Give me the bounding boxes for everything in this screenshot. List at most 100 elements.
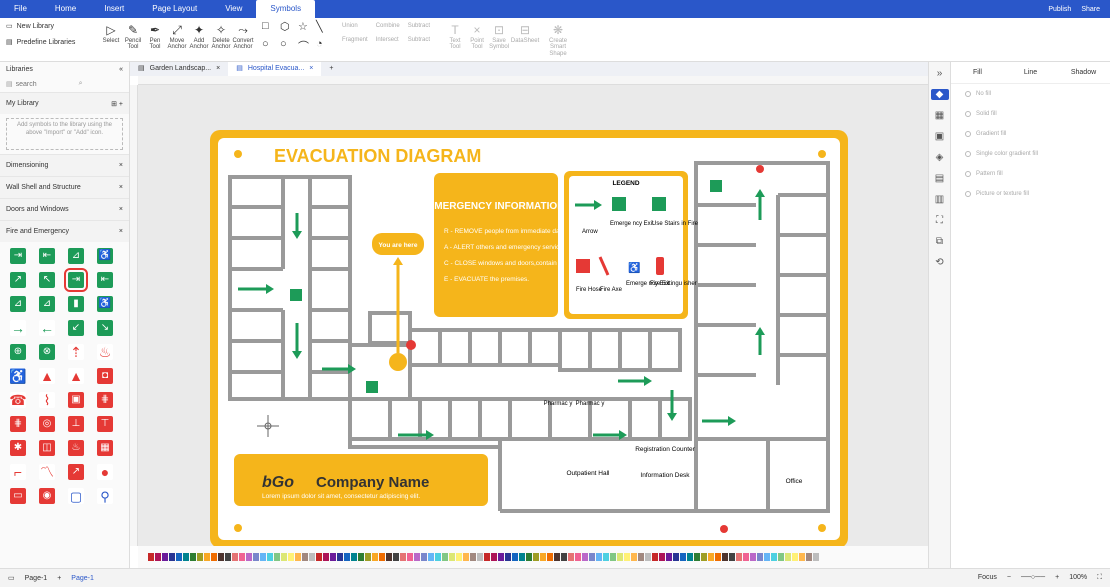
datasheet-tool[interactable]: ⊟ DataSheet: [511, 22, 539, 57]
drawing-canvas[interactable]: EVACUATION DIAGRAM You are here EMERGENC…: [138, 85, 928, 546]
close-icon[interactable]: ×: [309, 62, 313, 76]
accessible-icon[interactable]: ♿: [97, 296, 113, 312]
color-swatch[interactable]: [722, 553, 728, 561]
color-swatch[interactable]: [148, 553, 154, 561]
focus-button[interactable]: Focus: [978, 574, 997, 582]
color-swatch[interactable]: [421, 553, 427, 561]
page-select[interactable]: Page-1: [25, 575, 48, 582]
pencil-tool[interactable]: ✎ Pencil Tool: [123, 22, 143, 51]
color-swatch[interactable]: [393, 553, 399, 561]
color-swatch[interactable]: [568, 553, 574, 561]
convert-anchor-tool[interactable]: ⤳ Convert Anchor: [233, 22, 254, 51]
color-swatch[interactable]: [638, 553, 644, 561]
color-swatch[interactable]: [281, 553, 287, 561]
color-swatch[interactable]: [176, 553, 182, 561]
fill-option-pattern[interactable]: Pattern fill: [951, 164, 1110, 184]
exit-door-icon[interactable]: ⇤: [39, 248, 55, 264]
fill-option-none[interactable]: No fill: [951, 84, 1110, 104]
window-icon[interactable]: ▢: [68, 488, 84, 504]
color-swatch[interactable]: [351, 553, 357, 561]
color-swatch[interactable]: [673, 553, 679, 561]
color-swatch[interactable]: [253, 553, 259, 561]
share-button[interactable]: Share: [1081, 6, 1100, 13]
star-icon[interactable]: ☆: [298, 20, 312, 38]
emergency-exit-icon[interactable]: ⇥: [10, 248, 26, 264]
fire-hose-reel-icon[interactable]: ◎: [39, 416, 55, 432]
color-swatch[interactable]: [582, 553, 588, 561]
subtract-button-2[interactable]: Subtract: [408, 37, 430, 43]
color-swatch[interactable]: [652, 553, 658, 561]
color-swatch[interactable]: [743, 553, 749, 561]
text-tool[interactable]: T Text Tool: [445, 22, 465, 57]
history-icon[interactable]: ⟲: [935, 257, 943, 268]
sidebar-item-dimensioning[interactable]: Dimensioning ×: [0, 154, 129, 176]
close-icon[interactable]: ×: [216, 62, 220, 76]
color-swatch[interactable]: [204, 553, 210, 561]
collapse-icon[interactable]: «: [119, 66, 123, 73]
tab-fill[interactable]: Fill: [951, 69, 1004, 76]
color-swatch[interactable]: [617, 553, 623, 561]
color-swatch[interactable]: [155, 553, 161, 561]
sidebar-item-wall-shell[interactable]: Wall Shell and Structure ×: [0, 176, 129, 198]
color-swatch[interactable]: [540, 553, 546, 561]
tab-hospital-evacuation[interactable]: ▤ Hospital Evacua... ×: [228, 62, 322, 76]
color-swatch[interactable]: [358, 553, 364, 561]
intersect-button[interactable]: Intersect: [376, 37, 400, 43]
stairs-icon[interactable]: ⊿: [68, 248, 84, 264]
color-swatch[interactable]: [190, 553, 196, 561]
fire-run-icon[interactable]: ♨: [97, 344, 113, 360]
color-swatch[interactable]: [449, 553, 455, 561]
color-swatch[interactable]: [505, 553, 511, 561]
color-swatch[interactable]: [575, 553, 581, 561]
color-swatch[interactable]: [694, 553, 700, 561]
tab-garden-landscape[interactable]: ▤ Garden Landscap... ×: [130, 62, 228, 76]
color-swatch[interactable]: [330, 553, 336, 561]
color-swatch[interactable]: [491, 553, 497, 561]
rectangle-icon[interactable]: □: [262, 20, 276, 38]
fullscreen-icon[interactable]: ⛶: [1097, 574, 1102, 582]
new-tab-button[interactable]: +: [321, 62, 341, 76]
color-swatch[interactable]: [239, 553, 245, 561]
fire-ladder-2-icon[interactable]: ⋕: [10, 416, 26, 432]
color-swatch[interactable]: [288, 553, 294, 561]
add-anchor-tool[interactable]: ✦ Add Anchor: [189, 22, 209, 51]
color-swatch[interactable]: [442, 553, 448, 561]
image-icon[interactable]: ▣: [935, 131, 944, 142]
close-icon[interactable]: ×: [119, 162, 123, 169]
color-swatch[interactable]: [666, 553, 672, 561]
fill-option-picture[interactable]: Picture or texture fill: [951, 184, 1110, 204]
fire-alarm-icon[interactable]: ◘: [97, 368, 113, 384]
color-swatch[interactable]: [295, 553, 301, 561]
arrow-diagonal-2-icon[interactable]: ↖: [39, 272, 55, 288]
color-swatch[interactable]: [372, 553, 378, 561]
color-swatch[interactable]: [533, 553, 539, 561]
menu-home[interactable]: Home: [41, 0, 90, 18]
color-swatch[interactable]: [274, 553, 280, 561]
color-swatch[interactable]: [799, 553, 805, 561]
assembly-point-icon[interactable]: ⊕: [10, 344, 26, 360]
fire-hose-icon[interactable]: ⌇: [39, 392, 55, 408]
fit-icon[interactable]: ⛶: [936, 215, 943, 226]
fill-icon[interactable]: ◆: [930, 89, 949, 100]
line-icon[interactable]: ╲: [316, 20, 330, 38]
data-icon[interactable]: ▥: [935, 194, 944, 205]
menu-view[interactable]: View: [211, 0, 256, 18]
color-swatch[interactable]: [715, 553, 721, 561]
color-swatch[interactable]: [519, 553, 525, 561]
color-swatch[interactable]: [267, 553, 273, 561]
color-swatch[interactable]: [463, 553, 469, 561]
fire-hydrant-icon[interactable]: ⊥: [68, 416, 84, 432]
color-swatch[interactable]: [708, 553, 714, 561]
close-icon[interactable]: ×: [119, 206, 123, 213]
fire-ladder-icon[interactable]: ⋕: [97, 392, 113, 408]
circle-icon[interactable]: ○: [280, 38, 294, 56]
evacuation-icon[interactable]: ⊗: [39, 344, 55, 360]
color-swatch[interactable]: [603, 553, 609, 561]
pen-tool[interactable]: ✒ Pen Tool: [145, 22, 165, 51]
arrow-left-icon[interactable]: ←: [39, 320, 55, 336]
color-swatch[interactable]: [309, 553, 315, 561]
zoom-slider[interactable]: ──○──: [1021, 574, 1045, 582]
color-swatch[interactable]: [624, 553, 630, 561]
color-swatch[interactable]: [162, 553, 168, 561]
fire-wheelchair-icon[interactable]: ♿: [9, 368, 27, 384]
